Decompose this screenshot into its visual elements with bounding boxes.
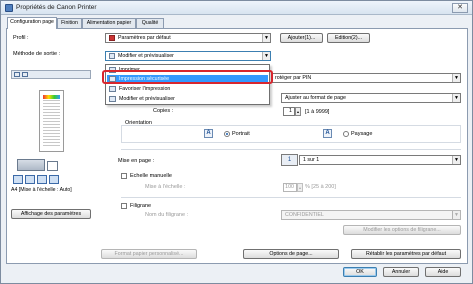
grid-icon[interactable] <box>22 72 28 77</box>
printer-icon <box>17 159 45 171</box>
view-settings-button[interactable]: Affichage des paramètres <box>11 209 91 219</box>
preview-toolbar <box>11 70 91 79</box>
tab-configuration-page[interactable]: Configuration page <box>7 17 57 29</box>
watermark-label: Filigrane <box>130 203 152 209</box>
scale-stepper[interactable]: ▴ <box>297 183 303 192</box>
layout-icon: 1 <box>281 154 298 166</box>
tool-icon[interactable] <box>37 175 47 184</box>
profile-icon <box>109 35 115 41</box>
store-icon <box>109 86 116 92</box>
scale-range: % [25 à 200] <box>305 184 336 190</box>
profile-label: Profil : <box>13 35 29 41</box>
chevron-down-icon[interactable]: ▼ <box>452 74 460 82</box>
layout-value: 1 sur 1 <box>303 157 320 163</box>
page-size-select[interactable]: Ajuster au format de page ▼ <box>281 93 461 103</box>
title-bar: Propriétés de Canon Printer ✕ <box>1 1 472 15</box>
watermark-checkbox[interactable] <box>121 203 127 209</box>
landscape-icon: A <box>323 129 332 138</box>
orientation-group <box>121 125 461 143</box>
chevron-down-icon[interactable]: ▼ <box>452 211 460 219</box>
watermark-sub-label: Nom du filigrane : <box>145 212 189 218</box>
chevron-down-icon[interactable]: ▼ <box>452 156 460 164</box>
layout-label: Mise en page : <box>118 158 155 164</box>
highlight-ring <box>102 70 273 84</box>
scale-input[interactable]: 100 <box>283 183 297 192</box>
copies-range: [1 à 9999] <box>305 109 330 115</box>
chevron-down-icon[interactable]: ▼ <box>452 94 460 102</box>
portrait-radio[interactable] <box>224 131 230 137</box>
portrait-icon: A <box>204 129 213 138</box>
tool-icon[interactable] <box>25 175 35 184</box>
dropdown-item-label: Modifier et prévisualiser <box>119 96 175 102</box>
profile-value: Paramètres par défaut <box>118 35 171 41</box>
output-method-label: Méthode de sortie : <box>13 51 61 57</box>
preview-caption: A4 [Mise à l'échelle : Auto] <box>11 187 72 193</box>
portrait-label: Portrait <box>232 131 250 137</box>
output-value: Modifier et prévisualiser <box>118 53 174 59</box>
cancel-button[interactable]: Annuler <box>383 267 419 277</box>
window-title: Propriétés de Canon Printer <box>16 4 97 11</box>
dropdown-item-modifier[interactable]: Modifier et prévisualiser <box>107 95 268 103</box>
add-profile-button[interactable]: Ajouter(1)... <box>280 33 323 43</box>
watermark-options-button[interactable]: Modifier les options de filigrane... <box>343 225 461 235</box>
watermark-value: CONFIDENTIEL <box>285 212 324 218</box>
layout-select[interactable]: 1 sur 1 ▼ <box>299 155 461 165</box>
watermark-select[interactable]: CONFIDENTIEL ▼ <box>281 210 461 220</box>
custom-paper-button[interactable]: Format papier personnalisé... <box>101 249 197 259</box>
landscape-label: Paysage <box>351 131 373 137</box>
page-size-value: Ajuster au format de page <box>285 95 346 101</box>
output-method-select[interactable]: Modifier et prévisualiser ▼ <box>105 51 271 61</box>
view-icon[interactable] <box>14 72 20 77</box>
page-options-button[interactable]: Options de page... <box>243 249 339 259</box>
dropdown-item-label: Favoriser l'impression <box>119 86 171 92</box>
ok-button[interactable]: OK <box>343 267 377 277</box>
tool-icon[interactable] <box>49 175 59 184</box>
profile-select[interactable]: Paramètres par défaut ▼ <box>105 33 271 43</box>
tool-icon[interactable] <box>13 175 23 184</box>
edit-profile-button[interactable]: Edition(2)... <box>327 33 370 43</box>
dropdown-item-favoriser[interactable]: Favoriser l'impression <box>107 85 268 93</box>
manual-scale-checkbox[interactable] <box>121 173 127 179</box>
separator <box>121 197 461 198</box>
tab-qualite[interactable]: Qualité <box>136 18 164 28</box>
close-icon[interactable]: ✕ <box>452 3 468 13</box>
printer-icon <box>5 4 13 12</box>
tab-finition[interactable]: Finition <box>57 18 82 28</box>
copies-label: Copies : <box>153 108 174 114</box>
preview-content <box>43 95 60 147</box>
copies-stepper[interactable]: ▴ <box>295 107 301 116</box>
restore-defaults-button[interactable]: Rétablir les paramètres par défaut <box>351 249 461 259</box>
page-preview <box>39 90 64 152</box>
chevron-down-icon[interactable]: ▼ <box>262 52 270 60</box>
copies-input[interactable]: 1 <box>283 107 295 116</box>
paper-stack-icon <box>47 161 58 171</box>
preview-icon <box>109 96 116 102</box>
secure-print-value: rotéger par PIN <box>275 75 312 81</box>
preview-color-bar <box>43 95 60 99</box>
output-icon <box>109 53 115 59</box>
landscape-radio[interactable] <box>343 131 349 137</box>
separator <box>121 149 461 150</box>
manual-scale-label: Echelle manuelle <box>130 173 172 179</box>
scale-sub-label: Mise à l'échelle : <box>145 184 186 190</box>
help-button[interactable]: Aide <box>425 267 461 277</box>
chevron-down-icon[interactable]: ▼ <box>262 34 270 42</box>
tab-alimentation-papier[interactable]: Alimentation papier <box>82 18 136 28</box>
preview-tool-row <box>13 175 91 185</box>
printer-properties-window: Propriétés de Canon Printer ✕ Configurat… <box>0 0 473 284</box>
secure-print-select[interactable]: rotéger par PIN ▼ <box>271 73 461 83</box>
